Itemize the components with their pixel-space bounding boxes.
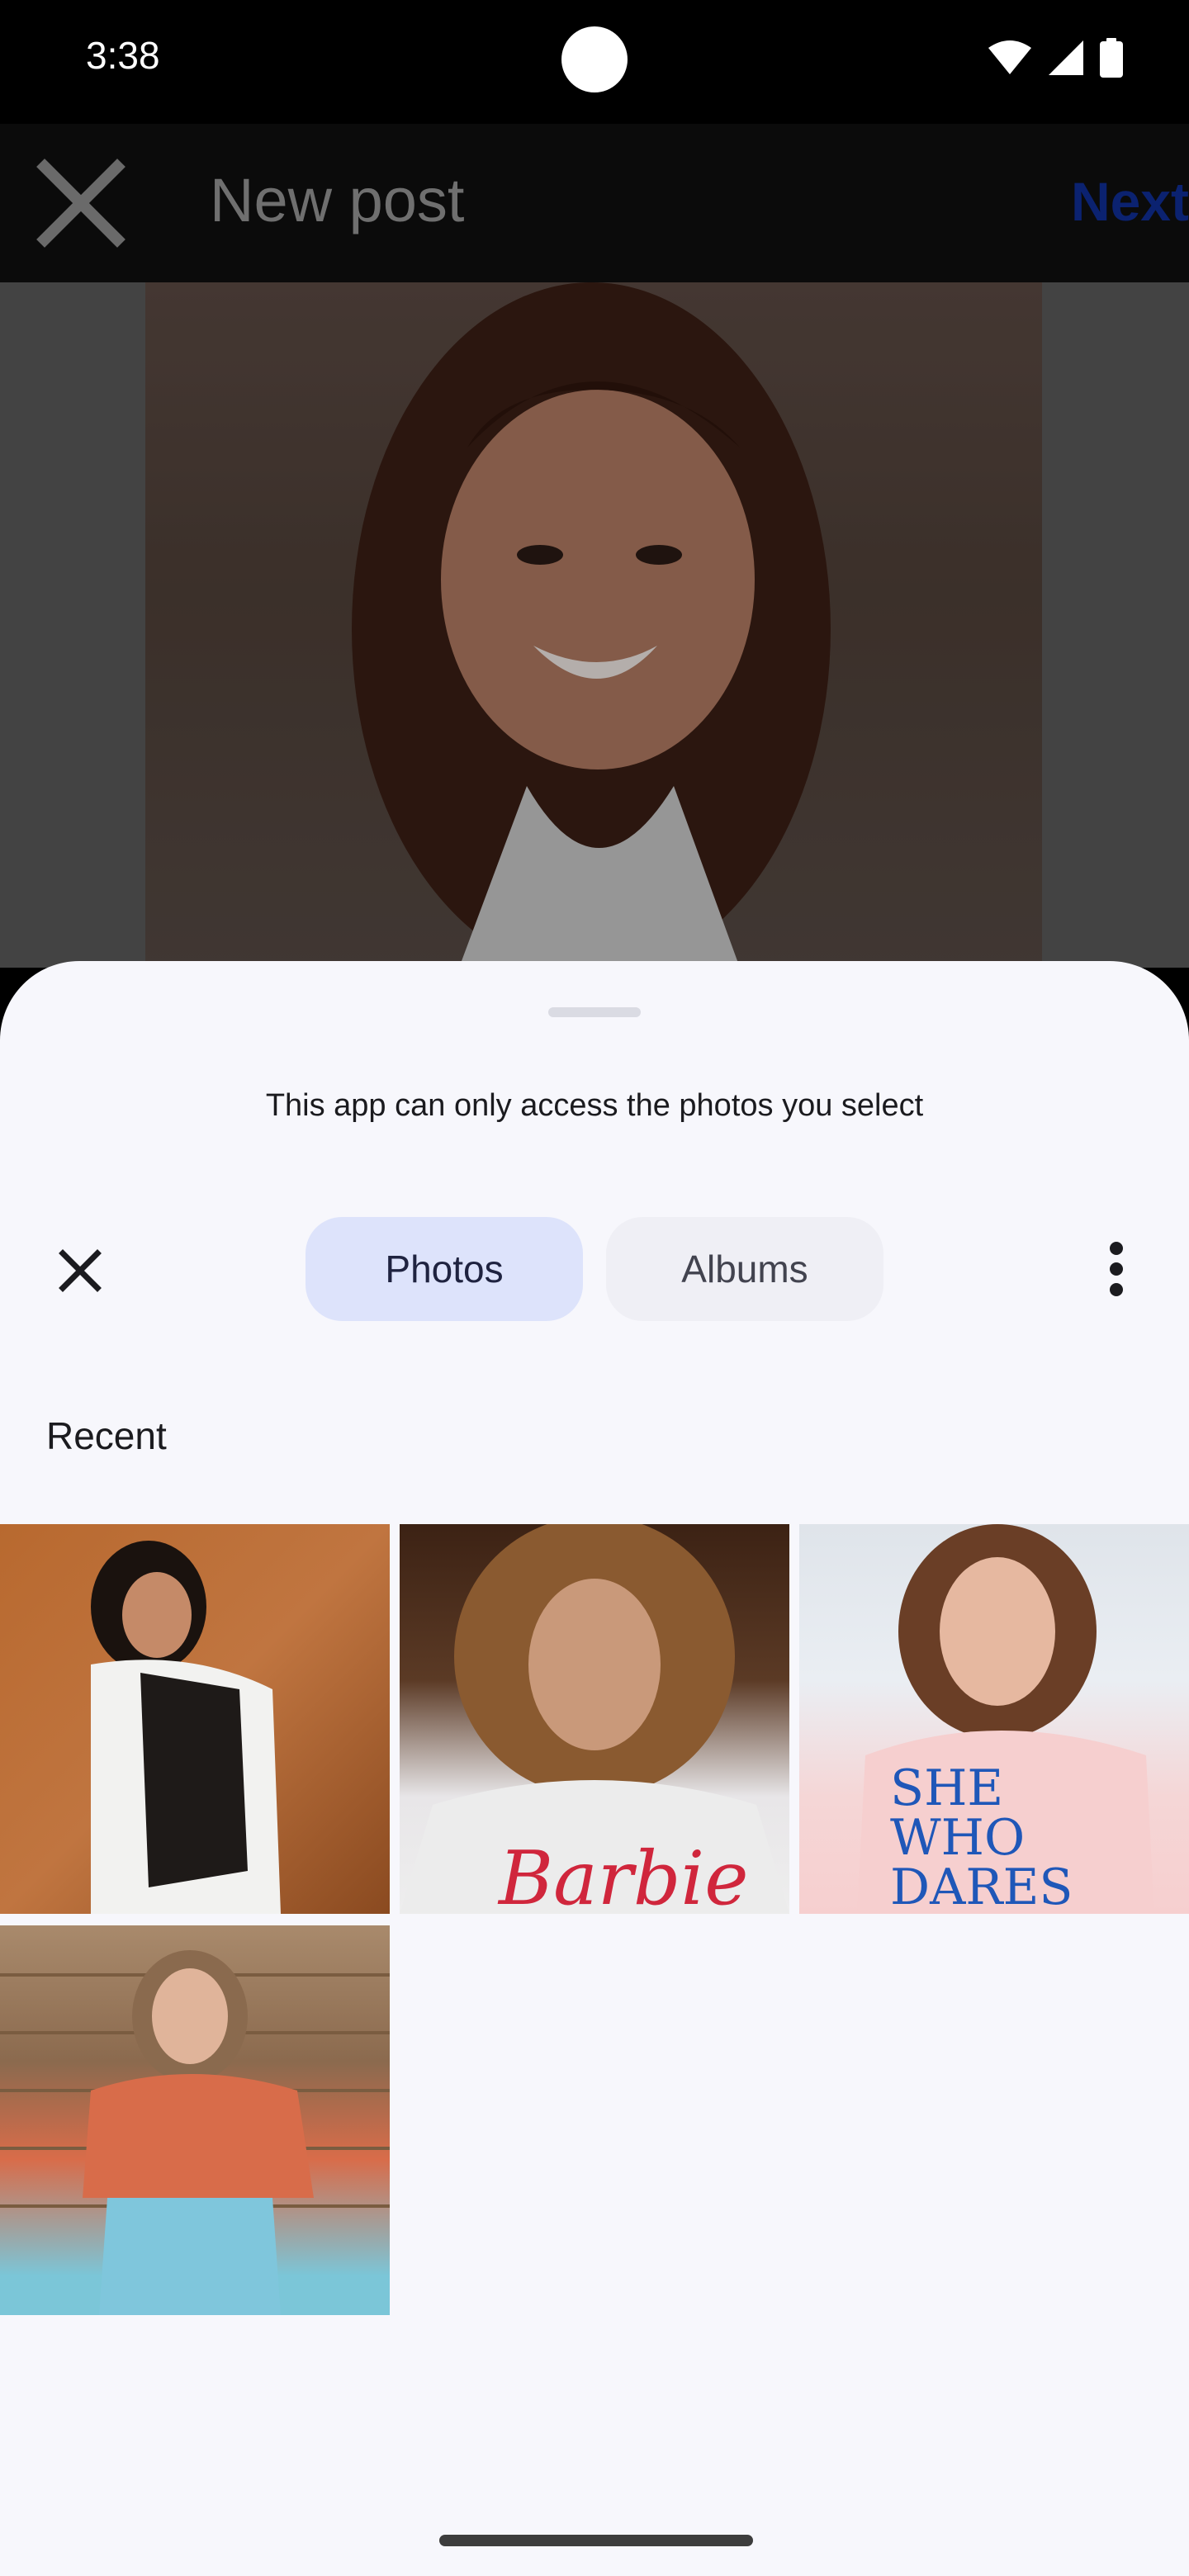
app-bar: New post Next bbox=[0, 124, 1189, 282]
section-title-recent: Recent bbox=[46, 1414, 167, 1457]
photo-thumbnail[interactable] bbox=[0, 1524, 390, 1914]
scrim-overlay bbox=[0, 282, 1189, 968]
status-icons bbox=[988, 36, 1123, 79]
drag-handle[interactable] bbox=[548, 1007, 641, 1017]
status-time: 3:38 bbox=[86, 34, 160, 77]
close-picker-icon[interactable] bbox=[45, 1235, 116, 1306]
svg-text:Barbie: Barbie bbox=[497, 1835, 748, 1914]
photo-thumbnail[interactable]: SHE WHO DARES bbox=[799, 1524, 1189, 1914]
page-title: New post bbox=[210, 166, 465, 234]
tab-photos[interactable]: Photos bbox=[306, 1217, 583, 1321]
thumbnail-image: SHE WHO DARES bbox=[857, 1524, 1154, 1914]
close-icon[interactable] bbox=[33, 155, 129, 251]
camera-cutout bbox=[561, 26, 628, 92]
photo-thumbnail[interactable]: Barbie bbox=[400, 1524, 789, 1914]
thumbnail-image bbox=[91, 1541, 281, 1914]
thumbnail-image bbox=[0, 1950, 390, 2315]
more-options-icon[interactable] bbox=[1092, 1234, 1141, 1305]
photo-picker-sheet: This app can only access the photos you … bbox=[0, 961, 1189, 2576]
next-button[interactable]: Next bbox=[1071, 170, 1189, 233]
gesture-nav-bar[interactable] bbox=[439, 2535, 753, 2546]
svg-text:DARES: DARES bbox=[890, 1859, 1073, 1914]
status-bar: 3:38 bbox=[0, 0, 1189, 124]
battery-icon bbox=[1100, 38, 1123, 78]
access-notice: This app can only access the photos you … bbox=[265, 1088, 924, 1123]
cell-signal-icon bbox=[1049, 40, 1083, 75]
picker-toolbar: Photos Albums bbox=[0, 1217, 1189, 1324]
thumbnail-image: Barbie bbox=[400, 1524, 789, 1914]
post-preview bbox=[0, 282, 1189, 968]
photo-thumbnail[interactable] bbox=[0, 1925, 390, 2315]
tab-albums[interactable]: Albums bbox=[606, 1217, 883, 1321]
wifi-icon bbox=[988, 40, 1031, 74]
